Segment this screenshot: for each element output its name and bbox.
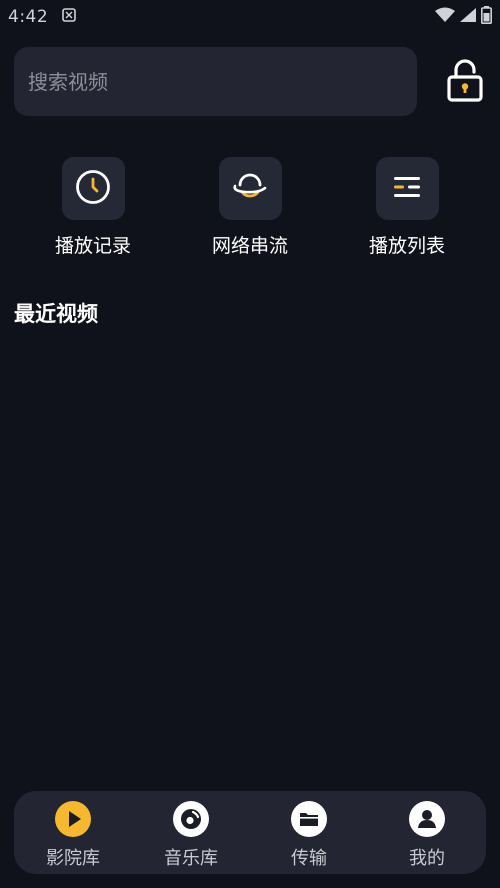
- folder-icon: [291, 801, 327, 837]
- nav-label: 音乐库: [164, 848, 218, 869]
- recent-videos-title: 最近视频: [14, 302, 98, 326]
- quick-action-network-stream[interactable]: 网络串流: [190, 157, 310, 258]
- wifi-icon: [435, 7, 455, 28]
- lock-icon: [447, 58, 483, 106]
- nav-item-music[interactable]: 音乐库: [132, 791, 250, 874]
- lock-button[interactable]: [442, 58, 488, 106]
- quick-action-tile: [61, 157, 125, 220]
- nav-label: 影院库: [46, 848, 100, 869]
- search-bar[interactable]: [14, 47, 417, 116]
- clock-icon: [75, 169, 111, 209]
- list-icon: [392, 174, 422, 204]
- search-input[interactable]: [28, 69, 403, 94]
- app-screen: 4:42 搜索视频 播放记录 网络串流 播放列表 最近视频 影院库 音乐库 传输…: [0, 0, 500, 888]
- nav-label: 传输: [291, 848, 327, 869]
- quick-action-tile: [375, 157, 439, 220]
- quick-action-history[interactable]: 播放记录: [33, 157, 153, 258]
- quick-actions: 播放记录 网络串流 播放列表: [0, 157, 500, 267]
- nav-item-cinema[interactable]: 影院库: [14, 791, 132, 874]
- user-icon: [409, 801, 445, 837]
- status-icons: [435, 5, 492, 29]
- play-icon: [55, 801, 91, 837]
- quick-action-playlist[interactable]: 播放列表: [347, 157, 467, 258]
- nav-item-profile[interactable]: 我的: [368, 791, 486, 874]
- status-bar: 4:42: [0, 0, 500, 34]
- bottom-nav: 影院库 音乐库 传输 我的: [14, 791, 486, 874]
- quick-action-tile: [218, 157, 282, 220]
- planet-icon: [231, 172, 269, 206]
- nav-item-transfer[interactable]: 传输: [250, 791, 368, 874]
- quick-action-label: 网络串流: [211, 235, 288, 257]
- battery-icon: [481, 5, 492, 29]
- signal-icon: [459, 7, 477, 28]
- quick-action-label: 播放记录: [54, 235, 131, 257]
- quick-action-label: 播放列表: [368, 235, 445, 257]
- notification-icon: [62, 7, 76, 27]
- music-disc-icon: [173, 801, 209, 837]
- nav-label: 我的: [409, 848, 445, 869]
- status-time: 4:42: [8, 7, 49, 27]
